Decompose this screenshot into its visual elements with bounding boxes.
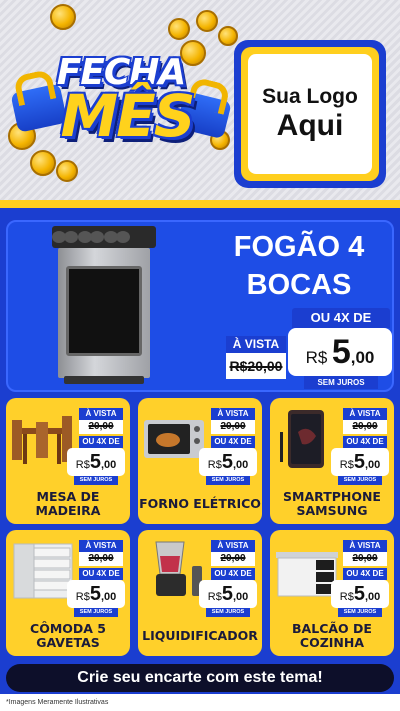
old-price: 20,00	[343, 420, 387, 434]
cash-label: À VISTA	[343, 408, 387, 420]
installment-label: OU 4X DE	[343, 568, 387, 580]
product-card[interactable]: À VISTA 20,00 OU 4X DE R$5,00 SEM JUROS …	[270, 530, 394, 656]
installment-label: OU 4X DE	[79, 568, 123, 580]
product-card[interactable]: À VISTA 20,00 OU 4X DE R$5,00 SEM JUROS …	[138, 398, 262, 524]
product-card[interactable]: À VISTA 20,00 OU 4X DE R$5,00 SEM JUROS …	[138, 530, 262, 656]
installment-label: OU 4X DE	[343, 436, 387, 448]
disclaimer-text: *Imagens Meramente Ilustrativas	[0, 694, 400, 711]
product-name: FORNO ELÉTRICO	[139, 496, 261, 511]
old-price: 20,00	[79, 420, 123, 434]
cta-banner[interactable]: Crie seu encarte com este tema!	[6, 664, 394, 692]
price: R$5,00	[199, 580, 257, 608]
product-card[interactable]: À VISTA 20,00 OU 4X DE R$5,00 SEM JUROS …	[6, 530, 130, 656]
coin-icon	[30, 150, 56, 176]
coin-icon	[196, 10, 218, 32]
coin-icon	[218, 26, 238, 46]
product-name: CÔMODA 5 GAVETAS	[30, 621, 106, 650]
cash-label: À VISTA	[79, 540, 123, 552]
logo-text-line2: Aqui	[276, 109, 344, 142]
cash-label: À VISTA	[79, 408, 123, 420]
installment-label: OU 4X DE	[211, 568, 255, 580]
logo-text-line1: Sua Logo	[262, 85, 358, 108]
product-name: MESA DE MADEIRA	[35, 489, 101, 518]
cash-label: À VISTA	[211, 540, 255, 552]
product-card[interactable]: À VISTA 20,00 OU 4X DE R$5,00 SEM JUROS …	[6, 398, 130, 524]
old-price: 20,00	[211, 420, 255, 434]
title-mes: MÊS	[60, 82, 195, 150]
featured-old-price: R$20,00	[226, 353, 286, 379]
coin-icon	[56, 160, 78, 182]
product-card[interactable]: À VISTA 20,00 OU 4X DE R$5,00 SEM JUROS …	[270, 398, 394, 524]
logo-placeholder: Sua Logo Aqui	[234, 40, 386, 188]
product-name: SMARTPHONE SAMSUNG	[283, 489, 381, 518]
featured-product-name: FOGÃO 4 BOCAS	[233, 231, 365, 301]
old-price: 20,00	[211, 552, 255, 566]
product-name: LIQUIDIFICADOR	[142, 628, 258, 643]
coin-icon	[50, 4, 76, 30]
old-price: 20,00	[79, 552, 123, 566]
price: R$5,00	[67, 448, 125, 476]
stove-image	[52, 226, 156, 386]
product-name: BALCÃO DE COZINHA	[292, 621, 372, 650]
installment-label: OU 4X DE	[211, 436, 255, 448]
price: R$5,00	[331, 448, 389, 476]
price: R$5,00	[67, 580, 125, 608]
installment-label: OU 4X DE	[79, 436, 123, 448]
price: R$5,00	[199, 448, 257, 476]
featured-price: R$ 5,00	[288, 328, 392, 376]
divider-band	[0, 200, 400, 208]
old-price: 20,00	[343, 552, 387, 566]
cash-label: À VISTA	[343, 540, 387, 552]
cash-label: À VISTA	[211, 408, 255, 420]
featured-cash-label: À VISTA	[226, 336, 286, 353]
coin-icon	[168, 18, 190, 40]
featured-no-interest: SEM JUROS	[304, 376, 378, 389]
price: R$5,00	[331, 580, 389, 608]
featured-installment-label: OU 4X DE	[292, 308, 390, 328]
header-banner: FECHA MÊS Sua Logo Aqui	[0, 0, 400, 200]
